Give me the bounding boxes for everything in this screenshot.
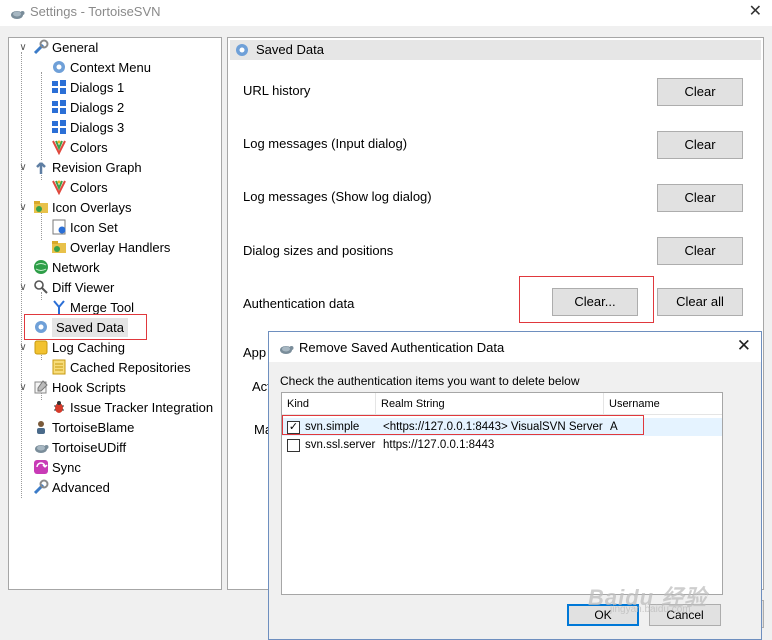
tree-item-icon-overlays[interactable]: ∨ Icon Overlays [19, 198, 131, 218]
column-realm-string[interactable]: Realm String [376, 393, 604, 415]
row-kind: svn.ssl.server [305, 439, 376, 451]
tree-item-tortoiseblame[interactable]: TortoiseBlame [33, 418, 134, 438]
tree-item-colors-2[interactable]: Colors [51, 178, 108, 198]
gear-icon [234, 42, 250, 61]
list-row-svn-ssl-server[interactable]: svn.ssl.server https://127.0.0.1:8443 [282, 436, 722, 454]
dialogs-icon [51, 119, 67, 135]
partial-label-app: App [243, 345, 267, 360]
log-caching-icon [33, 339, 49, 355]
baidu-watermark-url: jingyan.baidu.com [610, 604, 691, 615]
tree-item-hook-scripts[interactable]: ∨ Hook Scripts [19, 378, 125, 398]
diff-viewer-icon [33, 279, 49, 295]
tree-item-issue-tracker-integration[interactable]: Issue Tracker Integration [51, 398, 213, 418]
row-realm: https://127.0.0.1:8443 [383, 439, 495, 451]
tortoiseblame-icon [33, 419, 49, 435]
column-username[interactable]: Username [604, 393, 722, 415]
tree-item-dialogs-2[interactable]: Dialogs 2 [51, 98, 124, 118]
chevron-down-icon[interactable]: ∨ [17, 378, 29, 398]
close-icon[interactable]: ✕ [749, 1, 762, 21]
tortoiseudiff-icon [33, 439, 49, 455]
clear-log-messages-input-button[interactable]: Clear [657, 131, 743, 159]
tree-item-dialogs-3[interactable]: Dialogs 3 [51, 118, 124, 138]
tree-item-advanced[interactable]: Advanced [33, 478, 110, 498]
dialog-instruction: Check the authentication items you want … [280, 374, 580, 388]
column-kind[interactable]: Kind [282, 393, 376, 415]
colors-icon [51, 179, 67, 196]
tortoise-app-icon [278, 340, 294, 359]
log-messages-showlog-label: Log messages (Show log dialog) [243, 189, 432, 204]
tree-item-colors[interactable]: Colors [51, 138, 108, 158]
tree-item-icon-set[interactable]: Icon Set [51, 218, 118, 238]
tortoise-app-icon [9, 5, 25, 24]
tree-item-overlay-handlers[interactable]: Overlay Handlers [51, 238, 170, 258]
dialog-title: Remove Saved Authentication Data [299, 340, 505, 355]
clear-url-history-button[interactable]: Clear [657, 78, 743, 106]
dialogs-icon [51, 79, 67, 95]
authentication-data-label: Authentication data [243, 296, 355, 311]
chevron-down-icon[interactable]: ∨ [17, 278, 29, 298]
icon-overlays-icon [33, 199, 49, 215]
overlay-handlers-icon [51, 239, 67, 255]
clear-all-authentication-button[interactable]: Clear all [657, 288, 743, 316]
row-checkbox[interactable] [287, 439, 300, 452]
hook-scripts-icon [33, 379, 49, 395]
advanced-icon [33, 479, 49, 495]
tree-item-network[interactable]: Network [33, 258, 100, 278]
panel-title: Saved Data [256, 42, 324, 57]
gear-icon [51, 59, 67, 75]
sync-icon [33, 459, 49, 475]
title-bar: Settings - TortoiseSVN ✕ [0, 0, 772, 26]
icon-set-icon [51, 219, 67, 235]
tree-item-revision-graph[interactable]: ∨ Revision Graph [19, 158, 141, 178]
log-messages-input-label: Log messages (Input dialog) [243, 136, 408, 151]
tree-item-tortoiseudiff[interactable]: TortoiseUDiff [33, 438, 126, 458]
chevron-down-icon[interactable]: ∨ [17, 338, 29, 358]
colors-icon [51, 139, 67, 156]
settings-window: Settings - TortoiseSVN ✕ ∨ General Conte… [0, 0, 772, 640]
chevron-down-icon[interactable]: ∨ [17, 38, 29, 58]
tree-item-dialogs-1[interactable]: Dialogs 1 [51, 78, 124, 98]
selected-row-highlight [282, 415, 644, 435]
url-history-label: URL history [243, 83, 311, 98]
dialog-title-bar: Remove Saved Authentication Data ✕ [269, 332, 761, 362]
tree-item-general[interactable]: ∨ General [19, 38, 98, 58]
network-icon [33, 259, 49, 275]
saved-data-highlight [24, 314, 147, 340]
clear-button-highlight [519, 276, 654, 323]
chevron-down-icon[interactable]: ∨ [17, 158, 29, 178]
tree-item-cached-repositories[interactable]: Cached Repositories [51, 358, 191, 378]
clear-dialog-sizes-button[interactable]: Clear [657, 237, 743, 265]
revision-graph-icon [33, 159, 49, 175]
general-icon [33, 39, 49, 55]
clear-log-messages-showlog-button[interactable]: Clear [657, 184, 743, 212]
tree-item-sync[interactable]: Sync [33, 458, 81, 478]
bug-icon [51, 399, 67, 415]
chevron-down-icon[interactable]: ∨ [17, 198, 29, 218]
tree-item-log-caching[interactable]: ∨ Log Caching [19, 338, 125, 358]
dialog-sizes-label: Dialog sizes and positions [243, 243, 394, 258]
cached-repositories-icon [51, 359, 67, 375]
tree-item-diff-viewer[interactable]: ∨ Diff Viewer [19, 278, 114, 298]
tree-item-context-menu[interactable]: Context Menu [51, 58, 151, 78]
merge-tool-icon [51, 299, 67, 315]
dialogs-icon [51, 99, 67, 115]
list-header: Kind Realm String Username [282, 393, 722, 415]
window-title: Settings - TortoiseSVN [30, 4, 161, 19]
panel-header: Saved Data [230, 40, 761, 60]
close-icon[interactable]: ✕ [737, 336, 751, 356]
